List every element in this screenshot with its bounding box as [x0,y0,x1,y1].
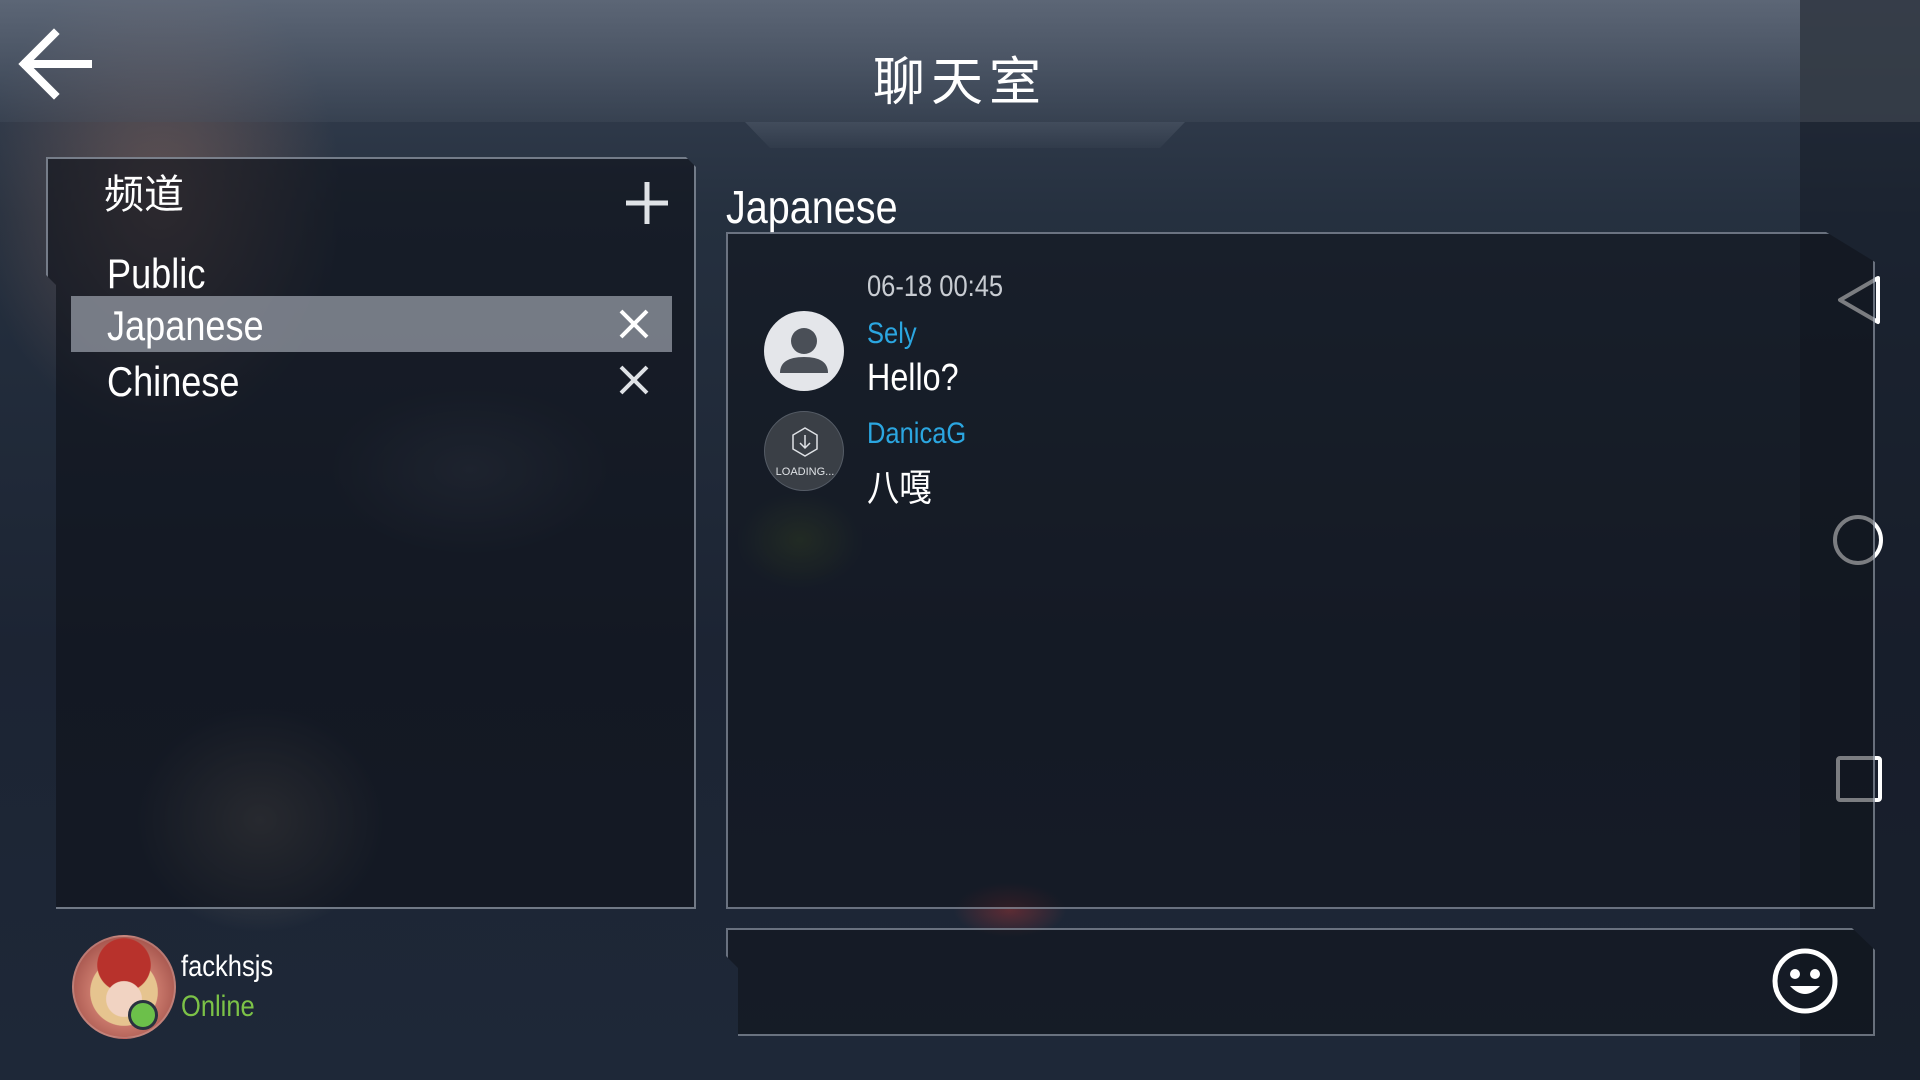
default-user-icon [780,328,828,373]
channel-item-public[interactable]: Public [71,244,672,300]
username: fackhsjs [181,950,274,983]
channel-label: Japanese [107,302,264,349]
message-sender[interactable]: Sely [867,317,917,351]
channel-label: Public [107,250,206,297]
chat-channel-title: Japanese [726,181,898,233]
channel-item-japanese[interactable]: Japanese [71,296,672,352]
page-title: 聊天室 [872,53,1047,113]
user-status: Online [181,990,255,1023]
close-icon [619,309,649,339]
avatar-loading-label: LOADING... [775,466,835,478]
online-status-dot [128,1000,158,1030]
message-input[interactable] [726,928,1875,1036]
close-channel-button[interactable] [616,306,652,342]
sender-avatar[interactable]: LOADING... [764,411,844,491]
message-sender[interactable]: DanicaG [867,417,966,451]
sender-avatar[interactable] [764,311,844,391]
channels-heading: 频道 [104,172,184,218]
back-arrow-icon [18,28,92,100]
emoji-button[interactable] [1770,946,1840,1016]
message-timestamp: 06-18 00:45 [867,270,1004,303]
close-channel-button[interactable] [616,362,652,398]
header-tab-decoration [745,122,1185,148]
message-text: 八嘎 [867,468,932,510]
user-avatar[interactable] [72,935,176,1039]
message-text: Hello? [867,357,959,399]
add-channel-button[interactable] [622,178,672,228]
smiley-icon [1772,948,1838,1014]
close-icon [619,365,649,395]
download-hexagon-icon [792,427,818,457]
back-button[interactable] [10,22,96,106]
system-nav-corner [1800,0,1920,122]
channel-label: Chinese [107,358,240,405]
channel-item-chinese[interactable]: Chinese [71,352,672,408]
plus-icon [626,182,668,224]
